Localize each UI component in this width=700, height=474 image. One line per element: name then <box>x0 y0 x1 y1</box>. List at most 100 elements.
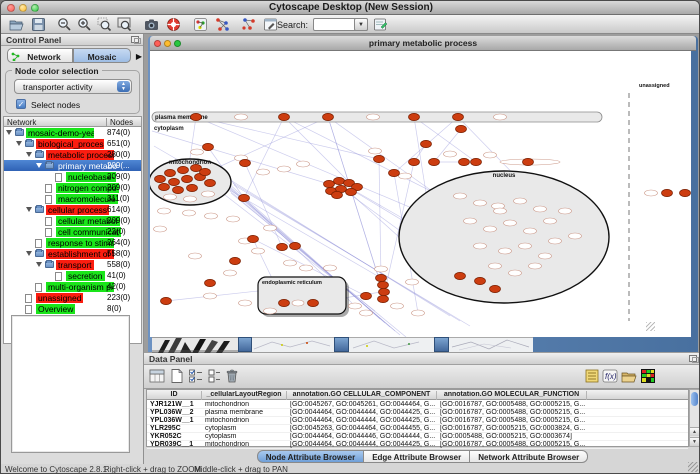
gene-node[interactable] <box>248 235 259 242</box>
tab-mosaic[interactable]: Mosaic <box>73 48 131 63</box>
tab-node-attribute-browser[interactable]: Node Attribute Browser <box>257 450 365 463</box>
column-header[interactable]: annotation.GO MOLECULAR_FUNCTION <box>437 391 587 400</box>
gene-node-label[interactable] <box>399 173 412 179</box>
gene-node-label[interactable] <box>494 208 507 214</box>
edge[interactable] <box>189 117 196 165</box>
gene-node-label[interactable] <box>324 265 337 271</box>
gene-node-label[interactable] <box>252 248 265 254</box>
gene-node-label[interactable] <box>184 196 197 202</box>
attribute-table[interactable]: ID_cellularLayoutRegionannotation.GO CEL… <box>146 389 689 447</box>
gene-node[interactable] <box>324 180 335 187</box>
gene-node-label[interactable] <box>227 216 240 222</box>
gene-node[interactable] <box>169 178 180 185</box>
select-attributes-icon[interactable] <box>149 368 165 384</box>
gene-node[interactable] <box>205 179 216 186</box>
expand-triangle-icon[interactable] <box>26 207 32 212</box>
gene-node-label[interactable] <box>235 114 248 120</box>
gene-node-label[interactable] <box>569 233 582 239</box>
gene-node[interactable] <box>161 297 172 304</box>
tree-row[interactable]: transport558(0) <box>4 259 141 270</box>
gene-node[interactable] <box>523 158 534 165</box>
gene-node[interactable] <box>240 159 251 166</box>
tree-row[interactable]: nucleobase-209(0) <box>4 171 141 182</box>
gene-node[interactable] <box>182 175 193 182</box>
gene-node-label[interactable] <box>191 149 204 155</box>
scroll-up-icon[interactable]: ▲ <box>690 427 699 436</box>
expand-triangle-icon[interactable] <box>36 163 42 168</box>
gene-node[interactable] <box>239 194 250 201</box>
table-row[interactable]: YKR052Ccytoplasm[GO:0044464, GO:0044446,… <box>147 433 688 441</box>
zoom-fit-icon[interactable] <box>117 17 132 32</box>
gene-node[interactable] <box>662 189 673 196</box>
gene-node-label[interactable] <box>489 263 502 269</box>
gene-node-label[interactable] <box>474 243 487 249</box>
gene-node-label[interactable] <box>278 166 291 172</box>
gene-node-label[interactable] <box>412 310 425 316</box>
tree-row[interactable]: metabolic process280(0) <box>4 149 141 160</box>
table-row[interactable]: YPL036W__1mitochondrion[GO:0044464, GO:0… <box>147 417 688 425</box>
gene-node[interactable] <box>200 168 211 175</box>
gene-node[interactable] <box>165 169 176 176</box>
tree-row[interactable]: primary metabo209(... <box>4 160 141 171</box>
network-canvas[interactable]: plasma membranecytoplasmmitochondrionnuc… <box>150 51 691 337</box>
gene-node[interactable] <box>279 113 290 120</box>
expand-triangle-icon[interactable] <box>6 130 12 135</box>
gene-node[interactable] <box>389 169 400 176</box>
table-scrollbar[interactable]: ▲ ▼ <box>689 389 700 447</box>
gene-node-label[interactable] <box>154 226 167 232</box>
gene-node[interactable] <box>173 186 184 193</box>
gene-node[interactable] <box>421 140 432 147</box>
float-panel-icon[interactable] <box>689 355 697 362</box>
gene-node[interactable] <box>334 177 345 184</box>
gene-node-label[interactable] <box>464 218 477 224</box>
table-row[interactable]: YDR039C__1mitochondrion[GO:0044464, GO:0… <box>147 441 688 449</box>
gene-node-label[interactable] <box>499 248 512 254</box>
tree-header[interactable]: Network Nodes <box>3 116 142 127</box>
gene-node[interactable] <box>409 113 420 120</box>
float-panel-icon[interactable] <box>131 36 139 43</box>
tree-row[interactable]: biological_process651(0) <box>4 138 141 149</box>
gene-node[interactable] <box>376 274 387 281</box>
gene-node-label[interactable] <box>645 190 658 196</box>
gene-node[interactable] <box>279 299 290 306</box>
gene-node-label[interactable] <box>534 206 547 212</box>
tab-scroll-right-icon[interactable]: ▶ <box>136 52 142 61</box>
unselect-attributes-icon[interactable] <box>206 368 217 384</box>
gene-node[interactable] <box>346 188 357 195</box>
expand-triangle-icon[interactable] <box>26 251 32 256</box>
node-color-dropdown[interactable]: transporter activity ▲▼ <box>14 79 132 94</box>
scroll-down-icon[interactable]: ▼ <box>690 437 699 446</box>
search-options-icon[interactable] <box>373 17 388 32</box>
snapshot-camera-icon[interactable] <box>144 17 159 32</box>
gene-node[interactable] <box>409 158 420 165</box>
table-row[interactable]: YPL036W__2plasma membrane[GO:0044464, GO… <box>147 409 688 417</box>
background-window-strip[interactable] <box>349 337 434 352</box>
gene-node[interactable] <box>203 143 214 150</box>
gene-node[interactable] <box>471 158 482 165</box>
gene-node[interactable] <box>191 113 202 120</box>
gene-node[interactable] <box>290 242 301 249</box>
background-window-strip[interactable] <box>449 337 533 352</box>
inner-resize-grip[interactable] <box>646 322 655 331</box>
tree-row[interactable]: multi-organism pro42(0) <box>4 281 141 292</box>
save-icon[interactable] <box>31 17 46 32</box>
import-attributes-icon[interactable] <box>621 368 637 384</box>
network-graph[interactable]: plasma membranecytoplasmmitochondrionnuc… <box>150 51 691 337</box>
background-window-titlebar[interactable] <box>334 337 349 352</box>
gene-node[interactable] <box>459 158 470 165</box>
trash-icon[interactable] <box>224 368 240 384</box>
gene-node-label[interactable] <box>369 148 382 154</box>
gene-node-label[interactable] <box>549 238 562 244</box>
tree-row[interactable]: macromolecule311(0) <box>4 193 141 204</box>
background-window-titlebar[interactable] <box>238 337 252 352</box>
gene-node[interactable] <box>308 299 319 306</box>
edge[interactable] <box>328 117 383 292</box>
tab-edge-attribute-browser[interactable]: Edge Attribute Browser <box>364 450 470 463</box>
background-window-titlebar[interactable] <box>434 337 449 352</box>
gene-node[interactable] <box>475 277 486 284</box>
gene-node-label[interactable] <box>257 169 270 175</box>
expand-triangle-icon[interactable] <box>26 152 32 157</box>
gene-node-label[interactable] <box>509 270 522 276</box>
tab-network-attribute-browser[interactable]: Network Attribute Browser <box>470 450 588 463</box>
attribute-table-header[interactable]: ID_cellularLayoutRegionannotation.GO CEL… <box>147 390 688 400</box>
